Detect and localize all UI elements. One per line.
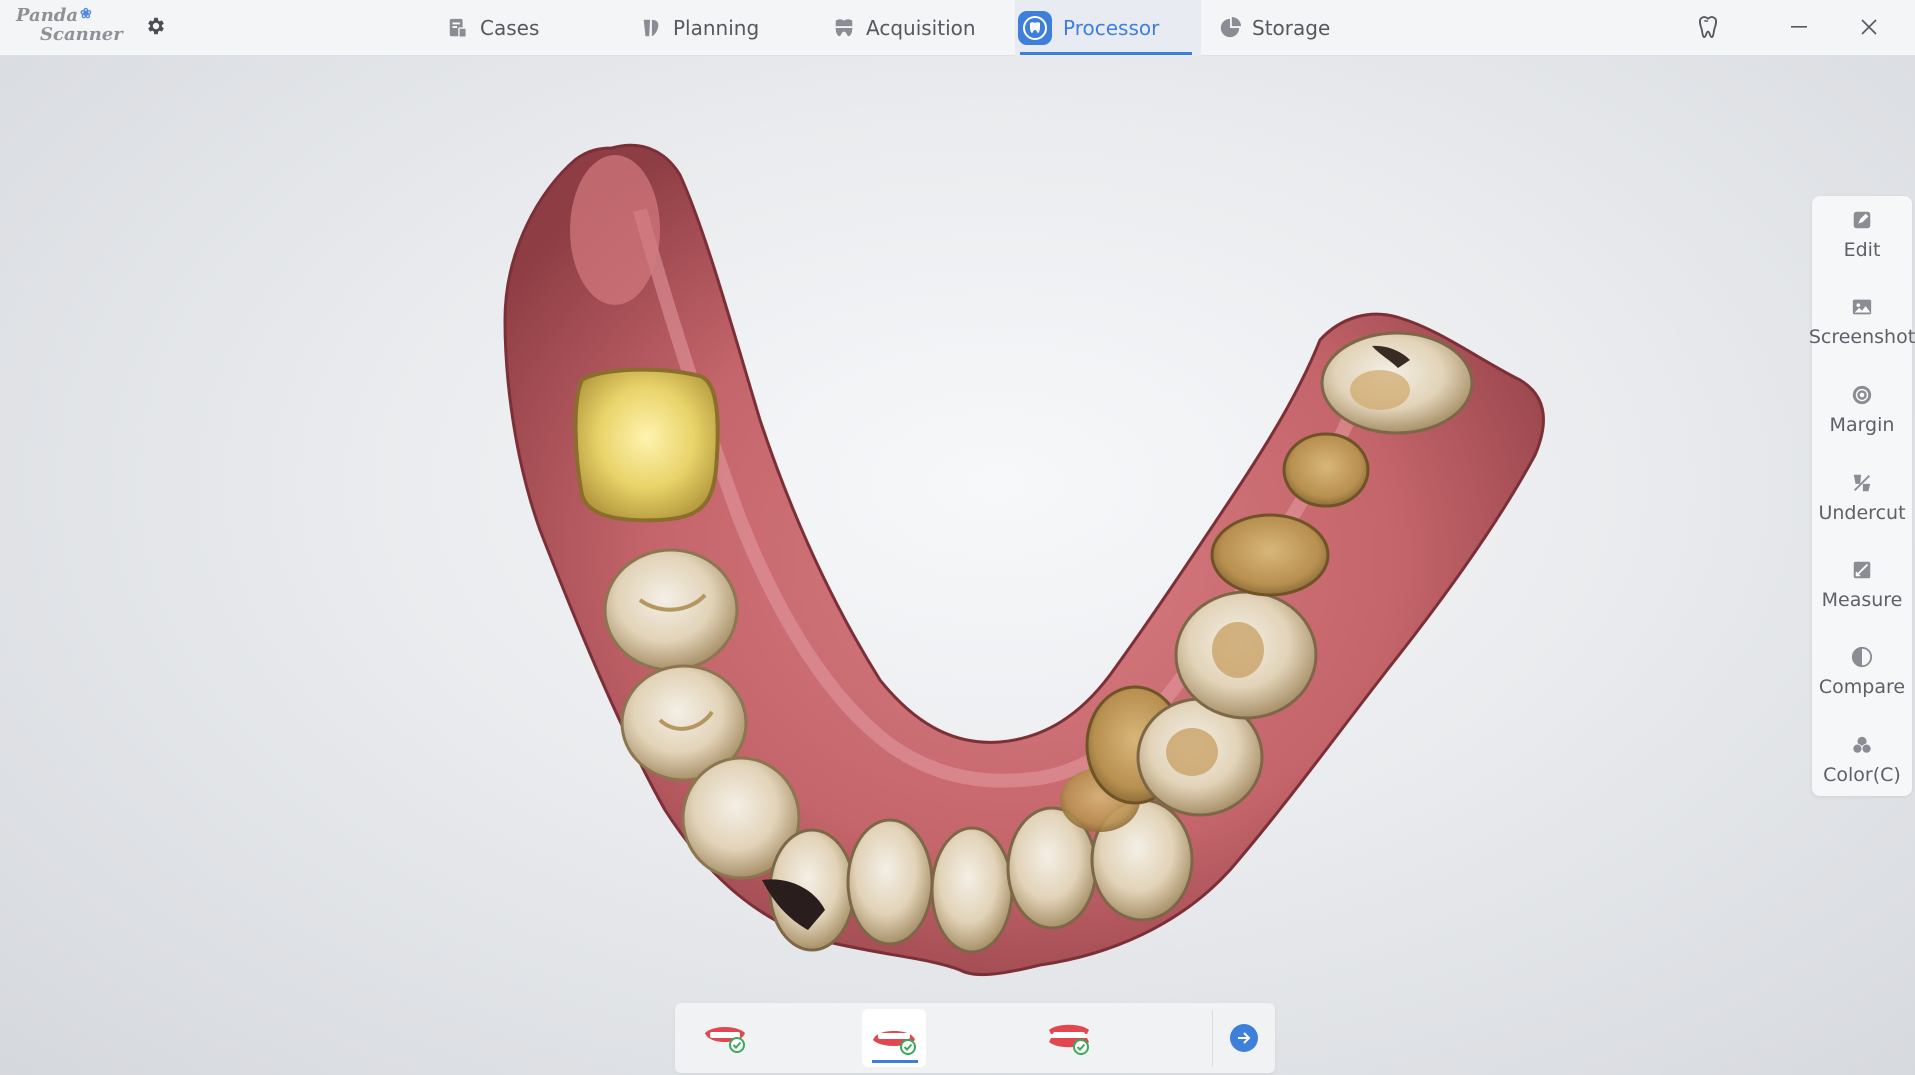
tooth-stain — [1212, 622, 1264, 678]
screenshot-icon — [1850, 295, 1874, 319]
tool-label: Edit — [1843, 239, 1881, 261]
arrow-right-icon — [1238, 1032, 1251, 1044]
undercut-tool-button[interactable]: Undercut — [1812, 459, 1912, 539]
tab-label: Acquisition — [866, 16, 976, 40]
bite-icon — [1049, 1024, 1089, 1055]
active-jaw-indicator — [872, 1060, 918, 1063]
tab-label: Cases — [480, 16, 540, 40]
paw-icon: ❀ — [80, 6, 92, 22]
tooth-stain — [1166, 728, 1218, 776]
tooth — [846, 818, 934, 946]
tab-label: Planning — [673, 16, 760, 40]
tooth — [930, 826, 1014, 954]
tab-processor[interactable]: Processor — [1015, 0, 1201, 56]
screenshot-tool-button[interactable]: Screenshot — [1808, 283, 1915, 363]
storage-icon — [1218, 16, 1242, 40]
tool-label: Color(C) — [1823, 764, 1901, 786]
active-tab-indicator — [1020, 52, 1192, 55]
margin-tool-button[interactable]: Margin — [1812, 371, 1912, 451]
tab-label: Processor — [1063, 16, 1160, 40]
tooth-help-button[interactable] — [1691, 10, 1725, 44]
jaw-selector-bar — [675, 1003, 1275, 1073]
settings-button[interactable] — [142, 12, 170, 40]
upper-jaw-button[interactable] — [693, 1009, 757, 1067]
tooth-stain — [1350, 370, 1410, 410]
tab-storage[interactable]: Storage — [1218, 0, 1330, 56]
gear-icon — [148, 17, 164, 35]
measure-icon — [1850, 558, 1874, 582]
crown-prep — [573, 367, 720, 523]
tab-cases[interactable]: Cases — [446, 0, 539, 56]
edit-icon — [1850, 208, 1874, 232]
edit-tool-button[interactable]: Edit — [1812, 196, 1912, 276]
next-step-button[interactable] — [1230, 1024, 1258, 1052]
stained-tooth — [1282, 432, 1370, 508]
upper-jaw-icon — [705, 1027, 745, 1053]
tool-label: Screenshot — [1808, 326, 1915, 348]
compare-tool-button[interactable]: Compare — [1812, 633, 1912, 713]
color-tool-button[interactable]: Color(C) — [1812, 721, 1912, 801]
tool-label: Undercut — [1818, 502, 1906, 524]
logo-text-line2: Scanner — [40, 24, 123, 45]
stained-tooth — [1210, 513, 1330, 597]
close-button[interactable] — [1852, 10, 1886, 44]
bite-button[interactable] — [1037, 1009, 1101, 1067]
logo-text-line1: Panda — [16, 5, 79, 26]
right-toolbar: Edit Screenshot Margin Undercut Measure … — [1808, 196, 1915, 796]
tool-label: Margin — [1829, 414, 1895, 436]
processor-icon — [1017, 10, 1053, 46]
minimize-button[interactable] — [1782, 10, 1816, 44]
tab-label: Storage — [1252, 16, 1331, 40]
acquisition-icon — [832, 16, 856, 40]
divider — [1212, 1010, 1213, 1066]
tooth-icon — [1698, 16, 1718, 39]
cases-icon — [446, 16, 470, 40]
compare-icon — [1850, 645, 1874, 669]
undercut-icon — [1850, 471, 1874, 495]
lower-jaw-scan-model[interactable] — [0, 56, 1915, 1075]
3d-viewport[interactable] — [0, 56, 1915, 1075]
tab-acquisition[interactable]: Acquisition — [832, 0, 976, 56]
tool-label: Compare — [1818, 676, 1906, 698]
lower-jaw-icon — [873, 1031, 916, 1055]
tab-planning[interactable]: Planning — [639, 0, 759, 56]
planning-icon — [639, 16, 663, 40]
app-logo: Panda ❀ Scanner — [14, 5, 123, 47]
lower-jaw-button[interactable] — [862, 1009, 926, 1067]
color-icon — [1850, 733, 1874, 757]
top-bar: Panda ❀ Scanner Cases Planning Acquisiti… — [0, 0, 1915, 56]
gum-pad — [570, 155, 660, 305]
margin-icon — [1850, 383, 1874, 407]
tool-label: Measure — [1821, 589, 1903, 611]
close-icon — [1861, 19, 1877, 35]
minimize-icon — [1791, 26, 1807, 28]
measure-tool-button[interactable]: Measure — [1812, 546, 1912, 626]
